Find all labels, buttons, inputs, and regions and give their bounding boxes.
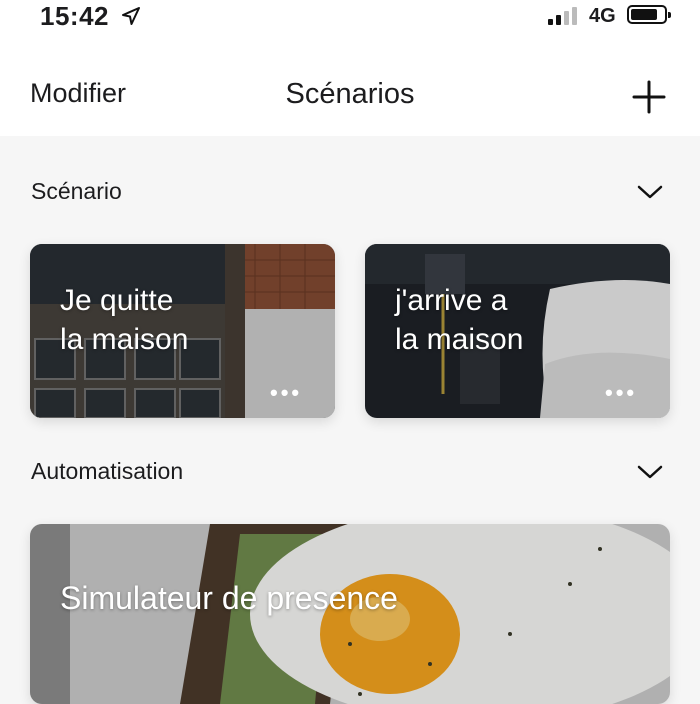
card-title: Je quitte la maison bbox=[60, 284, 189, 356]
section-title-automation: Automatisation bbox=[31, 458, 184, 484]
network-type: 4G bbox=[589, 5, 616, 27]
more-options-icon[interactable]: ••• bbox=[270, 380, 302, 406]
scenario-card-leave-home[interactable]: Je quitte la maison ••• bbox=[30, 244, 335, 418]
navigation-bar: Modifier Scénarios bbox=[0, 40, 700, 136]
card-title: Simulateur de presence bbox=[60, 580, 398, 616]
chevron-down-icon[interactable] bbox=[637, 184, 663, 200]
scenario-card-arrive-home[interactable]: j'arrive a la maison ••• bbox=[365, 244, 670, 418]
section-header-automation[interactable]: Automatisation bbox=[0, 450, 700, 494]
section-header-scenario[interactable]: Scénario bbox=[0, 170, 700, 214]
more-options-icon[interactable]: ••• bbox=[605, 380, 637, 406]
page-title: Scénarios bbox=[285, 78, 415, 110]
automation-card-presence-simulator[interactable]: Simulateur de presence bbox=[30, 524, 670, 704]
card-title: j'arrive a la maison bbox=[395, 284, 524, 356]
battery-icon bbox=[627, 5, 671, 24]
plus-icon[interactable] bbox=[632, 80, 666, 114]
cellular-signal-icon bbox=[548, 7, 580, 25]
section-title-scenario: Scénario bbox=[31, 178, 122, 204]
status-bar: 15:42 4G bbox=[0, 0, 700, 40]
location-arrow-icon bbox=[122, 7, 140, 25]
chevron-down-icon[interactable] bbox=[637, 464, 663, 480]
status-time: 15:42 bbox=[40, 1, 109, 31]
